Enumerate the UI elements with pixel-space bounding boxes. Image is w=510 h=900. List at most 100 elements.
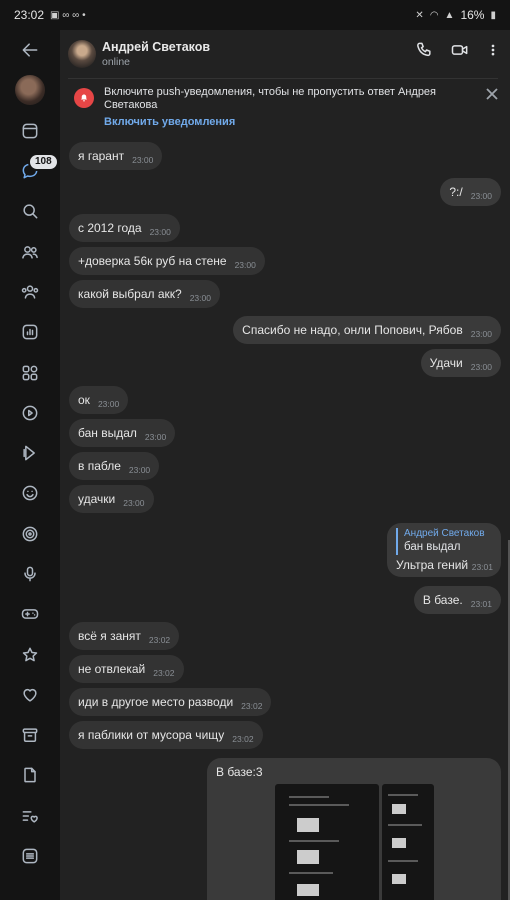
quoted-message[interactable]: Андрей Светаков бан выдал (396, 528, 492, 555)
video-call-icon[interactable] (450, 40, 470, 60)
reply-message[interactable]: Андрей Светаков бан выдал Ультра гений 2… (387, 523, 501, 577)
nav-clips[interactable] (0, 433, 60, 473)
enable-notifications-link[interactable]: Включить уведомления (104, 116, 235, 128)
nav-games[interactable] (0, 594, 60, 634)
nav-games-target[interactable] (0, 514, 60, 554)
screenshot-thumbnail[interactable] (382, 784, 434, 900)
contact-info[interactable]: Андрей Светаков online (102, 40, 210, 68)
message-time: 23:02 (148, 635, 171, 645)
nav-video[interactable] (0, 393, 60, 433)
message-time: 23:00 (132, 155, 154, 165)
clips-icon (23, 445, 35, 461)
feed-icon (22, 123, 38, 139)
message-text: Удачи (429, 356, 463, 370)
photo-caption: В базе:3 (216, 765, 263, 779)
nav-stickers[interactable] (0, 473, 60, 513)
target-icon (22, 526, 38, 542)
message-time: 23:00 (189, 293, 211, 303)
contact-avatar[interactable] (68, 40, 96, 68)
status-time: 23:02 (14, 8, 45, 22)
status-bar: 23:02 ▣ ∞ ∞ • ✕ ◠ ▲ 16% ▮ (0, 0, 510, 30)
message-in[interactable]: всё я занят 23:02 (69, 622, 180, 650)
archive-icon (22, 728, 38, 743)
message-in[interactable]: в пабле 23:00 (69, 452, 160, 480)
message-out[interactable]: Удачи 23:00 (420, 349, 501, 377)
message-in[interactable]: +доверка 56к руб на стене 23:00 (69, 247, 265, 275)
message-text: +доверка 56к руб на стене (78, 254, 227, 268)
battery-icon: ▮ (490, 9, 496, 21)
profile-button[interactable] (0, 70, 60, 110)
avatar (15, 75, 45, 106)
message-text: Спасибо не надо, онли Попович, Рябов (242, 323, 463, 337)
screenshot-thumbnail[interactable] (275, 784, 379, 900)
quoted-author: Андрей Светаков (404, 528, 485, 539)
message-in[interactable]: ок 23:00 (69, 386, 129, 414)
message-time: 23:00 (470, 191, 492, 201)
message-time: 23:00 (234, 260, 256, 270)
notification-icons: ▣ ∞ ∞ • (50, 9, 86, 21)
heart-icon (23, 688, 37, 702)
quoted-text: бан выдал (404, 541, 461, 553)
message-in[interactable]: какой выбрал акк? 23:00 (69, 280, 220, 308)
nav-stats[interactable] (0, 312, 60, 352)
message-time: 23:02 (153, 668, 175, 678)
nav-podcasts[interactable] (0, 554, 60, 594)
more-vertical-icon[interactable] (486, 40, 500, 60)
contact-name: Андрей Светаков (102, 40, 211, 54)
menu-box-icon (22, 848, 38, 864)
message-in[interactable]: бан выдал 23:00 (69, 419, 176, 447)
message-time: 23:00 (123, 498, 145, 508)
message-in[interactable]: удачки 23:00 (69, 485, 154, 513)
nav-friends[interactable] (0, 231, 60, 271)
header-divider (68, 78, 498, 79)
back-button[interactable] (0, 30, 60, 70)
message-text: иди в другое место разводи (78, 695, 234, 709)
message-text: я гарант (78, 149, 125, 163)
nav-search[interactable] (0, 191, 60, 231)
nav-communities[interactable] (0, 272, 60, 312)
nav-services[interactable] (0, 352, 60, 392)
chat-panel: Андрей Светаков online Включите push-уве… (60, 30, 510, 900)
battery-level: 16% (460, 8, 485, 22)
document-icon (24, 768, 36, 783)
contact-status: online (102, 56, 131, 68)
message-time: 23:02 (232, 734, 254, 744)
apps-icon (22, 365, 38, 380)
push-banner: Включите push-уведомления, чтобы не проп… (68, 82, 502, 132)
nav-messages[interactable]: 108 (0, 151, 60, 191)
message-time: 23:02 (241, 701, 263, 711)
message-out[interactable]: ?:/ 23:00 (440, 178, 501, 206)
message-text: В базе. (422, 593, 463, 607)
chat-header: Андрей Светаков online (60, 30, 510, 78)
nav-likes[interactable] (0, 675, 60, 715)
photo-message[interactable]: В базе:3 (207, 758, 501, 900)
message-in[interactable]: я паблики от мусора чищу 23:02 (69, 721, 263, 749)
message-in[interactable]: не отвлекай 23:02 (69, 655, 184, 683)
message-out[interactable]: В базе. 23:01 (413, 586, 501, 614)
nav-wishlist[interactable] (0, 796, 60, 836)
message-time: 23:01 (471, 562, 493, 572)
message-in[interactable]: иди в другое место разводи 23:02 (69, 688, 272, 716)
nav-documents[interactable] (0, 755, 60, 795)
message-time: 23:00 (470, 329, 492, 339)
nav-feed[interactable] (0, 111, 60, 151)
message-text: я паблики от мусора чищу (78, 728, 225, 742)
nav-more[interactable] (0, 836, 60, 876)
message-in[interactable]: с 2012 года 23:00 (69, 214, 180, 242)
nav-favorites[interactable] (0, 634, 60, 674)
arrow-left-icon (22, 43, 38, 57)
gamepad-icon (21, 609, 39, 620)
mute-icon: ✕ (415, 9, 424, 21)
communities-icon (21, 285, 39, 299)
phone-icon[interactable] (414, 40, 434, 60)
message-time: 23:01 (470, 599, 492, 609)
close-banner-button[interactable] (484, 86, 500, 102)
message-text: удачки (78, 492, 116, 506)
message-out[interactable]: Спасибо не надо, онли Попович, Рябов 23:0… (233, 316, 501, 344)
signal-icon: ▲ (444, 9, 455, 21)
message-in[interactable]: я гарант 23:00 (69, 142, 163, 170)
notification-bell-icon (74, 88, 94, 108)
nav-archive[interactable] (0, 715, 60, 755)
microphone-icon (24, 566, 36, 582)
message-time: 23:00 (97, 399, 120, 409)
